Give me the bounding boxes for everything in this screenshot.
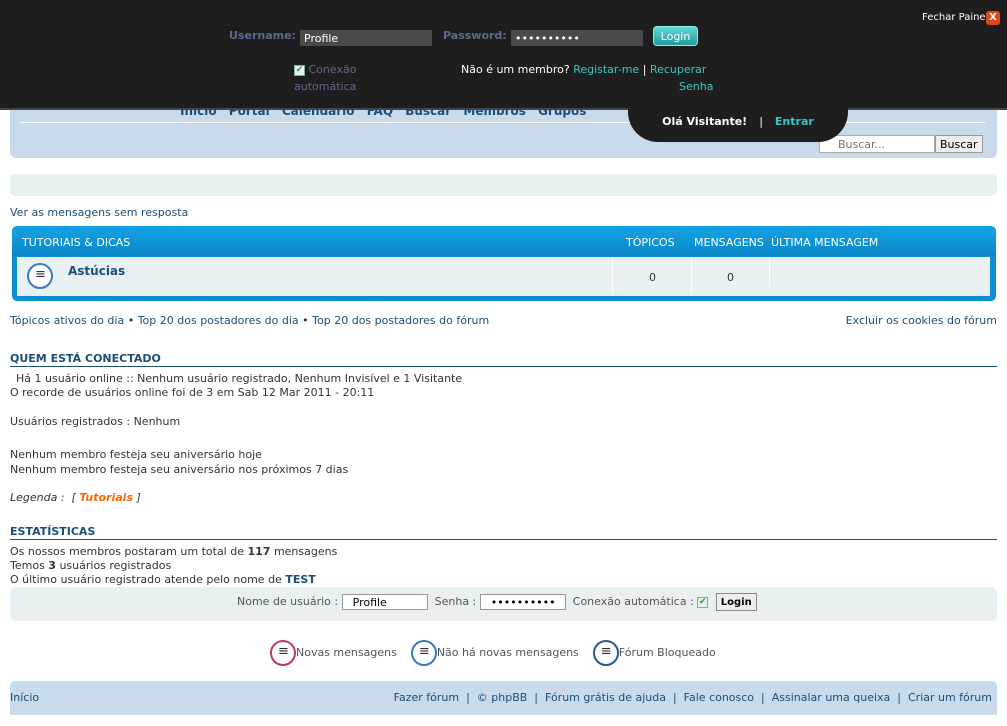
group-tutoriais-link[interactable]: Tutoriais — [79, 491, 133, 504]
category-header: TUTORIAIS & DICAS TÓPICOS MENSAGENS ÚLTI… — [12, 226, 996, 256]
footer-link-report[interactable]: Assinalar uma queixa — [772, 691, 891, 704]
divider — [612, 257, 613, 294]
forum-link[interactable]: Astúcias — [68, 264, 125, 278]
close-icon[interactable]: X — [986, 11, 1000, 25]
legend-no-new: Não há novas mensagens — [436, 646, 579, 659]
recover-link-2[interactable]: Senha — [679, 80, 713, 93]
password-label: Password: — [443, 29, 507, 42]
footer-link-help[interactable]: Fórum grátis de ajuda — [545, 691, 666, 704]
footer-link-phpbb[interactable]: © phpBB — [477, 691, 528, 704]
category-title[interactable]: TUTORIAIS & DICAS — [22, 236, 130, 249]
enter-link[interactable]: Entrar — [775, 115, 814, 128]
not-member-text: Não é um membro? — [461, 63, 570, 76]
top-forum-link[interactable]: Top 20 dos postadores do fórum — [312, 314, 489, 327]
col-last: ÚLTIMA MENSAGEM — [771, 236, 879, 249]
forum-posts: 0 — [727, 271, 734, 284]
forum-topics: 0 — [649, 271, 656, 284]
icon-legend: Novas mensagens Não há novas mensagens F… — [270, 640, 716, 666]
last-user-link[interactable]: TEST — [285, 573, 315, 586]
login-panel — [0, 0, 1007, 110]
forum-row: Astúcias 0 0 — [17, 257, 990, 296]
username-label: Nome de usuário : — [237, 595, 339, 608]
panel-tab: Olá Visitante! | Entrar — [628, 100, 848, 142]
legend-new: Novas mensagens — [296, 646, 397, 659]
quick-username-input[interactable] — [341, 594, 428, 610]
locked-forum-icon — [592, 640, 619, 666]
footer-home-link[interactable]: Início — [10, 691, 39, 704]
quick-links: Tópicos ativos do dia • Top 20 dos posta… — [10, 314, 489, 327]
password-label: Senha : — [434, 595, 477, 608]
birthday-today: Nenhum membro festeja seu aniversário ho… — [10, 448, 262, 461]
birthday-week: Nenhum membro festeja seu aniversário no… — [10, 463, 349, 476]
auto-login-checkbox[interactable]: ✔ — [697, 596, 709, 608]
recover-link[interactable]: Recuperar — [650, 63, 706, 76]
footer-link-contact[interactable]: Fale conosco — [684, 691, 754, 704]
auto-login-checkbox[interactable]: ✔ — [294, 64, 305, 76]
col-posts: MENSAGENS — [694, 236, 764, 249]
divider — [691, 257, 692, 294]
divider — [769, 257, 770, 287]
username-label: Username: — [229, 29, 296, 42]
username-input[interactable] — [300, 30, 432, 46]
footer-links: Fazer fórum | © phpBB | Fórum grátis de … — [393, 691, 992, 704]
legend-locked: Fórum Bloqueado — [618, 646, 716, 659]
unanswered-link[interactable]: Ver as mensagens sem resposta — [10, 206, 188, 219]
stats-posts: Os nossos membros postaram um total de 1… — [10, 545, 338, 558]
stats-last-user: O último usuário registrado atende pelo … — [10, 573, 316, 586]
auto-login-label: Conexão — [308, 63, 357, 76]
new-posts-icon — [270, 640, 296, 666]
stats-users: Temos 3 usuários registrados — [10, 559, 172, 572]
register-link[interactable]: Registar-me — [573, 63, 639, 76]
announcement-bar — [10, 174, 997, 196]
search-form: Buscar — [819, 135, 983, 153]
col-topics: TÓPICOS — [626, 236, 675, 249]
auto-login: ✔ Conexão — [294, 63, 356, 76]
delete-cookies-link[interactable]: Excluir os cookies do fórum — [846, 314, 997, 327]
footer-link-create-forum[interactable]: Fazer fórum — [394, 691, 459, 704]
top-day-link[interactable]: Top 20 dos postadores do dia — [138, 314, 299, 327]
search-input[interactable] — [819, 135, 935, 153]
legend-line: Legenda : [ Tutoriais ] — [10, 491, 141, 504]
online-record: O recorde de usuários online foi de 3 em… — [10, 386, 375, 399]
search-button[interactable]: Buscar — [935, 135, 983, 153]
quick-login-button[interactable]: Login — [715, 593, 757, 611]
footer: Início Fazer fórum | © phpBB | Fórum grá… — [10, 681, 997, 715]
auto-login-label: Conexão automática : — [572, 595, 694, 608]
bullet: • — [302, 314, 309, 327]
who-is-online-title: QUEM ESTÁ CONECTADO — [10, 352, 997, 367]
close-panel-link[interactable]: Fechar Painel — [922, 12, 988, 23]
register-line: Não é um membro? Registar-me | Recuperar — [461, 63, 706, 76]
no-new-posts-icon — [27, 263, 53, 289]
panel-login-button[interactable]: Login — [653, 26, 698, 46]
auto-login-label-2: automática — [294, 80, 357, 93]
quick-login-form: Nome de usuário : Senha : Conexão automá… — [237, 593, 757, 611]
legend-label: Legenda : — [10, 491, 65, 504]
footer-link-create[interactable]: Criar um fórum — [908, 691, 992, 704]
online-count: Há 1 usuário online :: Nenhum usuário re… — [16, 372, 463, 385]
greeting: Olá Visitante! — [662, 114, 748, 128]
separator: | — [759, 114, 763, 128]
separator: | — [642, 63, 647, 76]
registered-users: Usuários registrados : Nenhum — [10, 415, 181, 428]
no-new-posts-icon — [410, 640, 437, 666]
bullet: • — [127, 314, 135, 327]
statistics-title: ESTATÍSTICAS — [10, 525, 997, 540]
password-input[interactable] — [511, 30, 643, 46]
quick-password-input[interactable] — [479, 594, 566, 610]
active-topics-link[interactable]: Tópicos ativos do dia — [10, 314, 124, 327]
